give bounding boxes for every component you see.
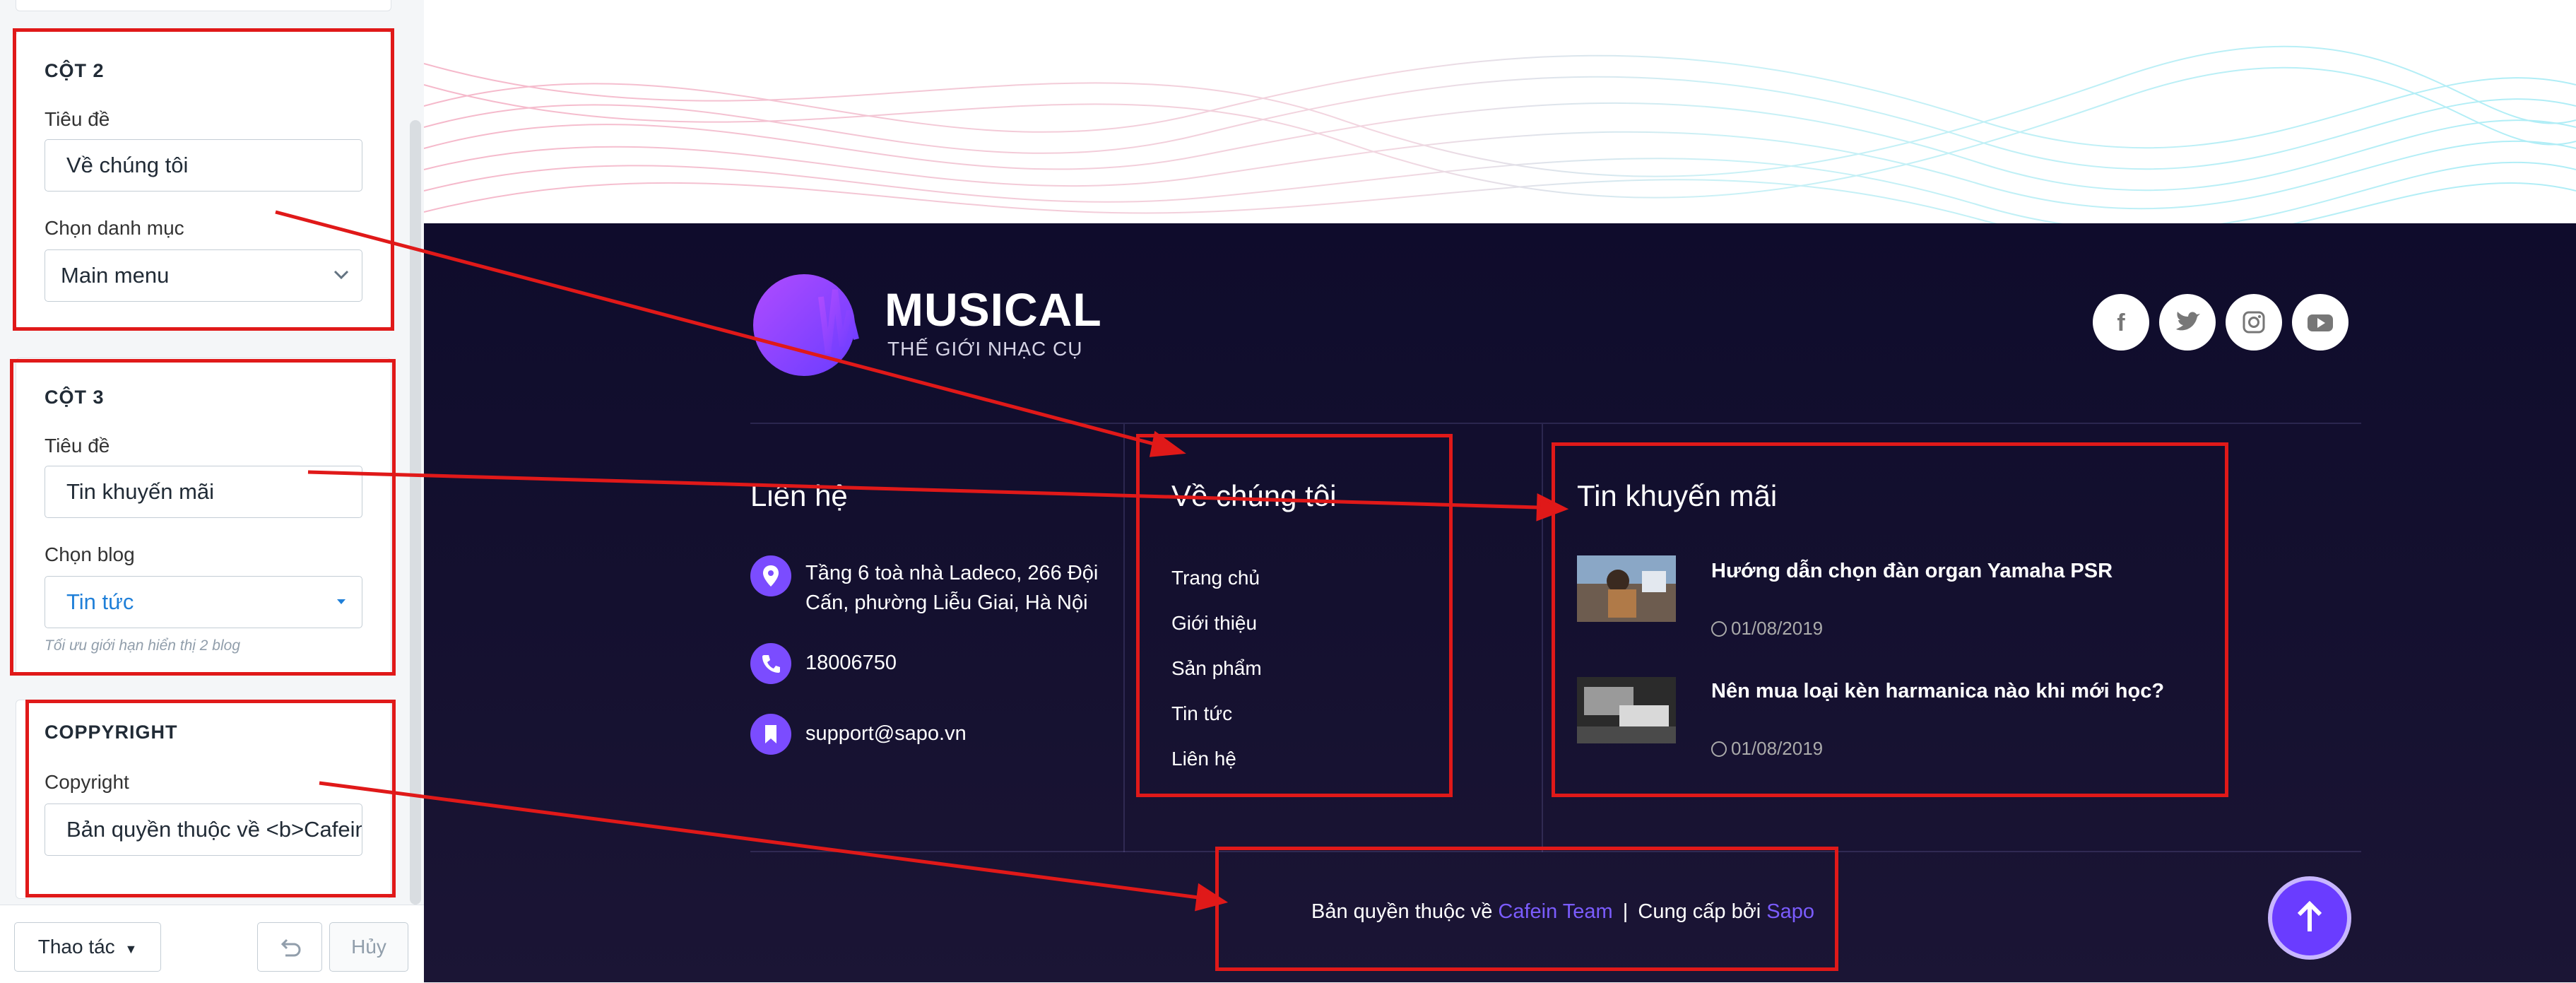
sidebar-scrollbar[interactable] bbox=[410, 120, 421, 905]
column-2-title-value: Về chúng tôi bbox=[66, 153, 189, 177]
site-footer: MUSICAL THẾ GIỚI NHẠC CỤ f Liên hệ Tầng … bbox=[424, 223, 2576, 982]
news-item-2-date-row: 01/08/2019 bbox=[1711, 738, 1823, 760]
youtube-icon[interactable] bbox=[2292, 294, 2348, 351]
svg-text:f: f bbox=[2117, 310, 2125, 336]
news-item-1-title[interactable]: Hướng dẫn chọn đàn organ Yamaha PSR bbox=[1711, 560, 2113, 583]
footer-column-divider-1 bbox=[1123, 424, 1125, 852]
copyright-owner-link[interactable]: Cafein Team bbox=[1498, 900, 1612, 923]
footer-divider-top bbox=[750, 423, 2361, 424]
contact-address: Tầng 6 toà nhà Ladeco, 266 Đội Cấn, phườ… bbox=[805, 562, 1099, 614]
copyright-input[interactable]: Bản quyền thuộc về <b>Cafein bbox=[45, 804, 362, 856]
copyright-card: COPPYRIGHT Copyright Bản quyền thuộc về … bbox=[16, 700, 391, 899]
theme-preview: MUSICAL THẾ GIỚI NHẠC CỤ f Liên hệ Tầng … bbox=[424, 0, 2576, 982]
footer-divider-bottom bbox=[750, 851, 2361, 852]
cancel-button[interactable]: Hủy bbox=[329, 922, 408, 972]
footer-link-news[interactable]: Tin tức bbox=[1171, 702, 1232, 725]
phone-icon bbox=[750, 643, 791, 684]
about-title: Về chúng tôi bbox=[1171, 479, 1337, 512]
column-2-category-value: Main menu bbox=[61, 263, 170, 288]
undo-icon bbox=[276, 936, 304, 958]
caret-down-icon bbox=[332, 577, 350, 647]
footer-link-about[interactable]: Giới thiệu bbox=[1171, 612, 1257, 635]
column-3-blog-value: Tin tức bbox=[66, 589, 134, 614]
copyright-prefix: Bản quyền thuộc về bbox=[1311, 900, 1493, 923]
column-2-card: CỘT 2 Tiêu đề Về chúng tôi Chọn danh mục… bbox=[16, 31, 391, 329]
undo-button[interactable] bbox=[257, 922, 322, 972]
clock-icon bbox=[1711, 621, 1727, 637]
copyright-label: Copyright bbox=[45, 771, 129, 793]
footer-column-divider-2 bbox=[1542, 424, 1543, 852]
column-3-title-label: Tiêu đề bbox=[45, 435, 110, 457]
caret-down-icon: ▼ bbox=[124, 942, 138, 956]
news-item-1-date: 01/08/2019 bbox=[1731, 618, 1824, 639]
contact-email[interactable]: support@sapo.vn bbox=[805, 722, 967, 746]
column-3-title-input[interactable]: Tin khuyến mãi bbox=[45, 466, 362, 518]
column-2-title-label: Tiêu đề bbox=[45, 108, 110, 130]
column-3-blog-select[interactable]: Tin tức bbox=[45, 576, 362, 628]
copyright-separator: | bbox=[1622, 900, 1629, 923]
bookmark-icon bbox=[750, 714, 791, 755]
footer-link-products[interactable]: Sản phẩm bbox=[1171, 657, 1262, 680]
column-2-category-label: Chọn danh mục bbox=[45, 217, 184, 239]
clock-icon bbox=[1711, 741, 1727, 757]
column-2-heading: CỘT 2 bbox=[45, 60, 105, 81]
wave-banner bbox=[424, 0, 2576, 243]
actions-dropdown-label: Thao tác bbox=[37, 936, 115, 958]
location-pin-icon bbox=[750, 555, 791, 596]
column-3-title-value: Tin khuyến mãi bbox=[66, 479, 215, 504]
news-item-1-date-row: 01/08/2019 bbox=[1711, 618, 1823, 640]
news-thumbnail-2[interactable] bbox=[1577, 677, 1676, 743]
provider-prefix: Cung cấp bởi bbox=[1638, 900, 1761, 923]
column-3-blog-hint: Tối ưu giới hạn hiển thị 2 blog bbox=[45, 637, 241, 654]
footer-link-contact[interactable]: Liên hệ bbox=[1171, 748, 1236, 770]
copyright-line: Bản quyền thuộc về Cafein Team | Cung cấ… bbox=[1311, 900, 1814, 924]
brand-name: MUSICAL bbox=[885, 283, 1102, 336]
column-2-category-select[interactable]: Main menu bbox=[45, 249, 362, 302]
arrow-up-icon bbox=[2297, 900, 2322, 931]
musical-logo-icon bbox=[753, 274, 859, 376]
actions-dropdown-button[interactable]: Thao tác ▼ bbox=[14, 922, 161, 972]
news-item-2-date: 01/08/2019 bbox=[1731, 738, 1824, 759]
settings-sidebar: CỘT 2 Tiêu đề Về chúng tôi Chọn danh mục… bbox=[0, 0, 425, 983]
wave-decoration bbox=[424, 45, 2576, 243]
column-3-blog-label: Chọn blog bbox=[45, 543, 135, 565]
column-3-card: CỘT 3 Tiêu đề Tin khuyến mãi Chọn blog T… bbox=[16, 358, 391, 676]
column-3-heading: CỘT 3 bbox=[45, 387, 105, 408]
cancel-label: Hủy bbox=[351, 936, 386, 958]
news-item-2-title[interactable]: Nên mua loại kèn harmanica nào khi mới h… bbox=[1711, 680, 2164, 703]
previous-section-card bbox=[16, 0, 391, 11]
contact-title: Liên hệ bbox=[750, 479, 848, 512]
contact-phone[interactable]: 18006750 bbox=[805, 652, 897, 675]
column-2-title-input[interactable]: Về chúng tôi bbox=[45, 139, 362, 192]
twitter-icon[interactable] bbox=[2159, 294, 2216, 351]
provider-link[interactable]: Sapo bbox=[1766, 900, 1814, 923]
copyright-value: Bản quyền thuộc về <b>Cafein bbox=[66, 817, 362, 842]
chevron-down-icon bbox=[332, 250, 350, 320]
sidebar-action-bar: Thao tác ▼ Hủy bbox=[0, 905, 424, 983]
copyright-heading: COPPYRIGHT bbox=[45, 722, 178, 743]
back-to-top-button[interactable] bbox=[2268, 876, 2351, 960]
instagram-icon[interactable] bbox=[2226, 294, 2282, 351]
footer-link-home[interactable]: Trang chủ bbox=[1171, 567, 1260, 589]
news-title: Tin khuyến mãi bbox=[1577, 479, 1778, 512]
facebook-icon[interactable]: f bbox=[2093, 294, 2149, 351]
news-thumbnail-1[interactable] bbox=[1577, 555, 1676, 622]
brand-tagline: THẾ GIỚI NHẠC CỤ bbox=[887, 338, 1083, 360]
